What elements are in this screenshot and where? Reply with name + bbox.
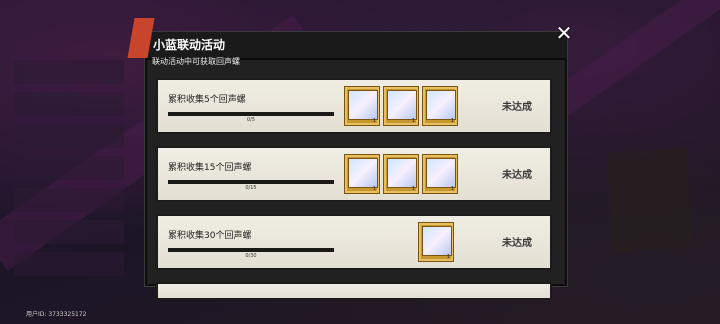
reward-art xyxy=(422,226,452,256)
progress-bar xyxy=(168,180,334,184)
task-list: 累积收集5个回声螺 0/5 1 1 1 未达成 累积收集15个回声螺 0/15 … xyxy=(156,78,552,300)
reward-art xyxy=(387,158,417,188)
reward-item[interactable]: 1 xyxy=(422,86,458,126)
task-status: 未达成 xyxy=(502,102,532,113)
progress-bar xyxy=(168,112,334,116)
user-id-label: 用户ID: 3733325172 xyxy=(26,311,87,318)
progress-text: 0/30 xyxy=(245,253,257,259)
reward-art xyxy=(348,158,378,188)
task-row: 累积收集15个回声螺 0/15 1 1 1 未达成 xyxy=(156,146,552,202)
reward-item[interactable]: 1 xyxy=(422,154,458,194)
progress-bar xyxy=(168,248,334,252)
close-icon[interactable]: ✕ xyxy=(553,22,575,44)
task-status: 未达成 xyxy=(502,238,532,249)
modal-title: 小蓝联动活动 xyxy=(153,38,226,52)
reward-count: 1 xyxy=(411,118,415,124)
task-name: 累积收集15个回声螺 xyxy=(168,163,252,173)
reward-art xyxy=(387,90,417,120)
reward-item[interactable]: 1 xyxy=(418,222,454,262)
task-name: 累积收集30个回声螺 xyxy=(168,231,252,241)
reward-item[interactable]: 1 xyxy=(344,154,380,194)
reward-item[interactable]: 1 xyxy=(383,86,419,126)
reward-art xyxy=(426,90,456,120)
reward-count: 1 xyxy=(411,186,415,192)
task-row: 累积收集5个回声螺 0/5 1 1 1 未达成 xyxy=(156,78,552,134)
reward-list: 1 1 1 xyxy=(344,154,458,194)
progress-text: 0/5 xyxy=(246,117,256,123)
reward-list: 1 xyxy=(418,222,454,262)
reward-item[interactable]: 1 xyxy=(344,86,380,126)
reward-item[interactable]: 1 xyxy=(383,154,419,194)
task-row-partial xyxy=(156,282,552,300)
modal-subtitle: 联动活动中可获取回声螺 xyxy=(152,57,240,66)
reward-art xyxy=(348,90,378,120)
task-name: 累积收集5个回声螺 xyxy=(168,95,246,105)
reward-count: 1 xyxy=(372,186,376,192)
task-row: 累积收集30个回声螺 0/30 1 未达成 xyxy=(156,214,552,270)
task-status: 未达成 xyxy=(502,170,532,181)
reward-art xyxy=(426,158,456,188)
reward-count: 1 xyxy=(450,186,454,192)
reward-count: 1 xyxy=(372,118,376,124)
reward-count: 1 xyxy=(450,118,454,124)
reward-list: 1 1 1 xyxy=(344,86,458,126)
progress-text: 0/15 xyxy=(245,185,257,191)
reward-count: 1 xyxy=(446,254,450,260)
